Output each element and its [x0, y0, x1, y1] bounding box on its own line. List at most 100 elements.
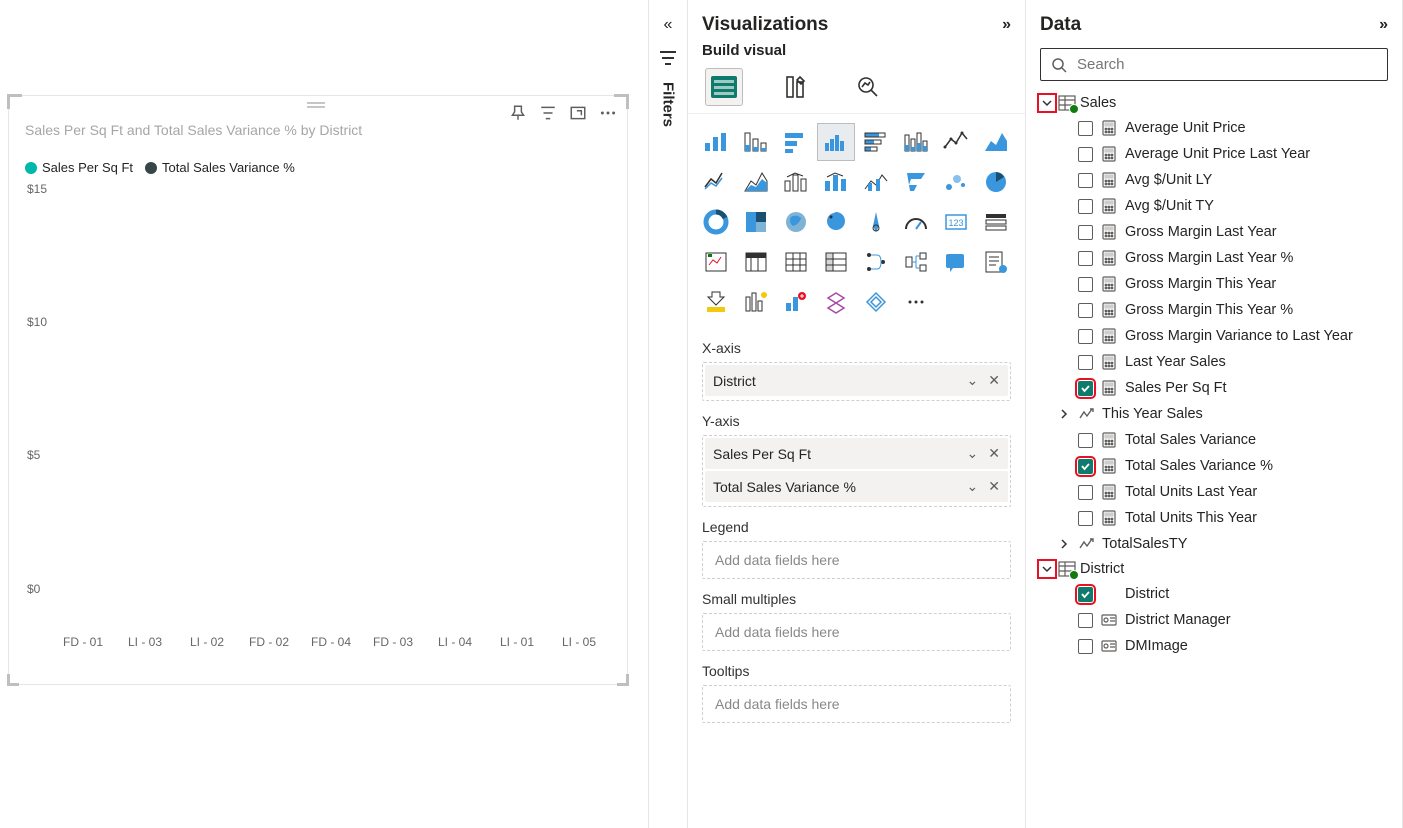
- field-row[interactable]: Total Units This Year: [1040, 505, 1388, 531]
- yaxis-well[interactable]: Sales Per Sq Ft ⌄✕ Total Sales Variance …: [702, 435, 1011, 507]
- viz-type-icon[interactable]: [898, 164, 934, 200]
- field-row[interactable]: Gross Margin This Year: [1040, 271, 1388, 297]
- field-row[interactable]: Total Sales Variance %: [1040, 453, 1388, 479]
- viz-type-icon[interactable]: [698, 124, 734, 160]
- field-row[interactable]: TotalSalesTY: [1040, 531, 1388, 557]
- viz-type-icon[interactable]: [818, 204, 854, 240]
- chevron-down-icon[interactable]: [1041, 97, 1053, 109]
- field-checkbox[interactable]: [1078, 225, 1093, 240]
- viz-type-icon[interactable]: [978, 244, 1014, 280]
- field-checkbox[interactable]: [1078, 511, 1093, 526]
- chevron-down-icon[interactable]: ⌄: [967, 478, 979, 495]
- tab-format-visual[interactable]: [778, 69, 814, 105]
- field-checkbox[interactable]: [1078, 639, 1093, 654]
- viz-type-icon[interactable]: [738, 204, 774, 240]
- chevron-down-icon[interactable]: ⌄: [967, 372, 979, 389]
- viz-type-icon[interactable]: 123: [938, 204, 974, 240]
- viz-type-icon[interactable]: [738, 164, 774, 200]
- pin-icon[interactable]: [509, 104, 527, 122]
- viz-type-icon[interactable]: [858, 204, 894, 240]
- viz-type-icon[interactable]: [858, 244, 894, 280]
- viz-type-icon[interactable]: [778, 244, 814, 280]
- xaxis-well[interactable]: District ⌄✕: [702, 362, 1011, 401]
- chevron-down-icon[interactable]: ⌄: [967, 445, 979, 462]
- tab-analytics[interactable]: [850, 69, 886, 105]
- viz-type-icon[interactable]: [898, 284, 934, 320]
- table-header[interactable]: District: [1040, 557, 1388, 581]
- filters-pane-collapsed[interactable]: « Filters: [648, 0, 688, 828]
- field-row[interactable]: District Manager: [1040, 607, 1388, 633]
- viz-type-icon[interactable]: [698, 204, 734, 240]
- table-header[interactable]: Sales: [1040, 91, 1388, 115]
- viz-type-icon[interactable]: [938, 164, 974, 200]
- viz-type-icon[interactable]: [778, 284, 814, 320]
- viz-type-icon[interactable]: [978, 204, 1014, 240]
- field-checkbox[interactable]: [1078, 199, 1093, 214]
- field-row[interactable]: District: [1040, 581, 1388, 607]
- field-checkbox[interactable]: [1078, 485, 1093, 500]
- viz-type-icon[interactable]: [698, 164, 734, 200]
- field-row[interactable]: Total Units Last Year: [1040, 479, 1388, 505]
- smallmult-well[interactable]: Add data fields here: [702, 613, 1011, 651]
- field-row[interactable]: Last Year Sales: [1040, 349, 1388, 375]
- field-row[interactable]: Sales Per Sq Ft: [1040, 375, 1388, 401]
- tab-build-visual[interactable]: [706, 69, 742, 105]
- field-checkbox[interactable]: [1078, 433, 1093, 448]
- field-row[interactable]: Avg $/Unit TY: [1040, 193, 1388, 219]
- viz-type-icon[interactable]: [858, 124, 894, 160]
- field-checkbox[interactable]: [1078, 459, 1093, 474]
- more-options-icon[interactable]: [599, 104, 617, 122]
- viz-type-icon[interactable]: [698, 244, 734, 280]
- chevron-down-icon[interactable]: [1041, 563, 1053, 575]
- viz-type-icon[interactable]: [738, 284, 774, 320]
- collapse-data-icon[interactable]: »: [1379, 16, 1388, 34]
- viz-type-icon[interactable]: [778, 204, 814, 240]
- tooltips-well[interactable]: Add data fields here: [702, 685, 1011, 723]
- field-checkbox[interactable]: [1078, 329, 1093, 344]
- field-checkbox[interactable]: [1078, 355, 1093, 370]
- viz-type-icon[interactable]: [818, 164, 854, 200]
- viz-type-icon[interactable]: [778, 124, 814, 160]
- field-checkbox[interactable]: [1078, 381, 1093, 396]
- field-chip-district[interactable]: District ⌄✕: [705, 365, 1008, 396]
- viz-type-icon[interactable]: [858, 164, 894, 200]
- report-canvas[interactable]: Sales Per Sq Ft and Total Sales Variance…: [0, 0, 648, 828]
- viz-type-icon[interactable]: [898, 204, 934, 240]
- viz-type-icon[interactable]: [898, 244, 934, 280]
- viz-type-icon[interactable]: [938, 124, 974, 160]
- viz-type-icon[interactable]: [818, 284, 854, 320]
- drag-grip-icon[interactable]: [307, 102, 329, 108]
- field-row[interactable]: DMImage: [1040, 633, 1388, 659]
- field-checkbox[interactable]: [1078, 587, 1093, 602]
- viz-type-icon[interactable]: [938, 244, 974, 280]
- viz-type-icon[interactable]: [738, 244, 774, 280]
- chart-visual[interactable]: Sales Per Sq Ft and Total Sales Variance…: [8, 95, 628, 685]
- search-field[interactable]: [1075, 55, 1377, 74]
- viz-type-icon[interactable]: [818, 124, 854, 160]
- field-row[interactable]: This Year Sales: [1040, 401, 1388, 427]
- field-row[interactable]: Gross Margin This Year %: [1040, 297, 1388, 323]
- field-row[interactable]: Average Unit Price Last Year: [1040, 141, 1388, 167]
- chevron-right-icon[interactable]: [1058, 408, 1070, 420]
- remove-field-icon[interactable]: ✕: [988, 445, 1000, 462]
- field-row[interactable]: Gross Margin Last Year: [1040, 219, 1388, 245]
- focus-mode-icon[interactable]: [569, 104, 587, 122]
- field-row[interactable]: Gross Margin Variance to Last Year: [1040, 323, 1388, 349]
- viz-type-icon[interactable]: [898, 124, 934, 160]
- legend-well[interactable]: Add data fields here: [702, 541, 1011, 579]
- viz-type-icon[interactable]: [818, 244, 854, 280]
- viz-type-icon[interactable]: [738, 124, 774, 160]
- field-row[interactable]: Gross Margin Last Year %: [1040, 245, 1388, 271]
- search-input[interactable]: [1040, 48, 1388, 81]
- field-checkbox[interactable]: [1078, 121, 1093, 136]
- expand-filters-icon[interactable]: «: [664, 16, 673, 34]
- field-checkbox[interactable]: [1078, 251, 1093, 266]
- remove-field-icon[interactable]: ✕: [988, 372, 1000, 389]
- collapse-viz-icon[interactable]: »: [1002, 16, 1011, 34]
- viz-type-icon[interactable]: [698, 284, 734, 320]
- field-checkbox[interactable]: [1078, 613, 1093, 628]
- remove-field-icon[interactable]: ✕: [988, 478, 1000, 495]
- field-row[interactable]: Avg $/Unit LY: [1040, 167, 1388, 193]
- viz-type-icon[interactable]: [858, 284, 894, 320]
- chevron-right-icon[interactable]: [1058, 538, 1070, 550]
